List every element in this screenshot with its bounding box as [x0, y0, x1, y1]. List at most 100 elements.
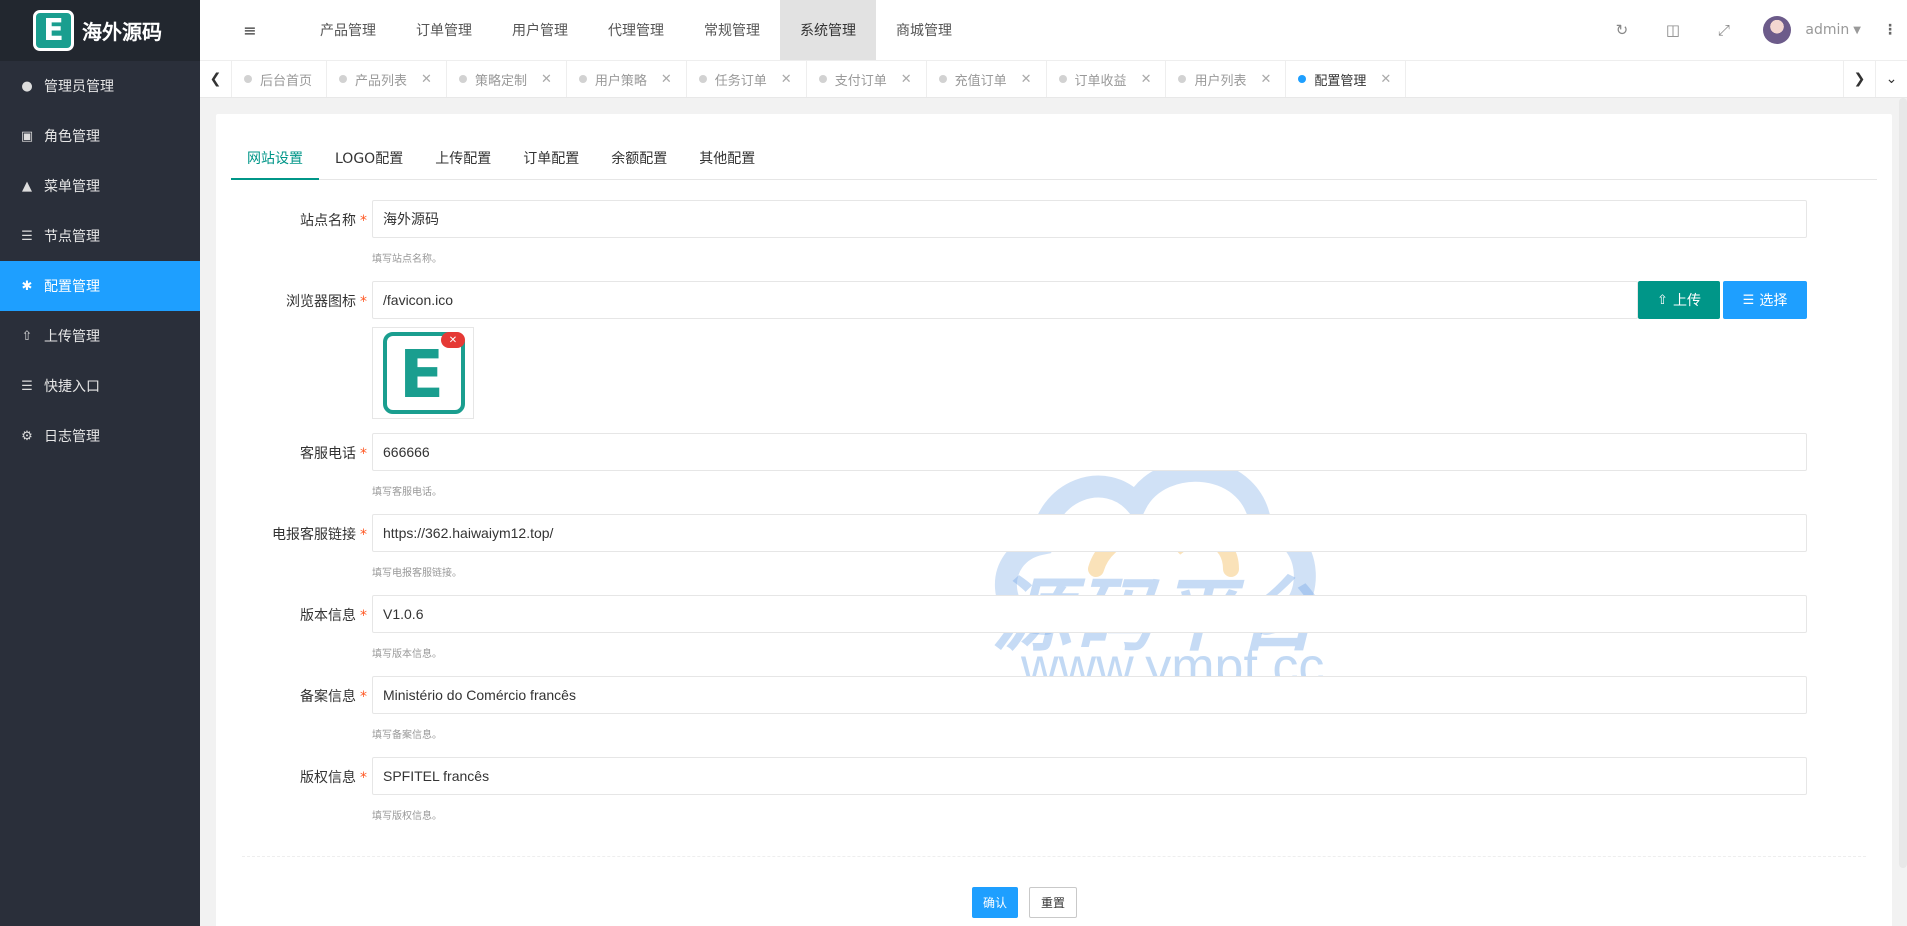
subtab-order[interactable]: 订单配置 — [507, 142, 595, 180]
avatar — [1763, 16, 1792, 44]
close-icon[interactable]: ✕ — [541, 72, 552, 87]
fullscreen-icon[interactable]: ⤢ — [1698, 21, 1749, 39]
page-tab-label: 用户策略 — [594, 73, 647, 89]
subtab-balance[interactable]: 余额配置 — [595, 142, 683, 180]
brand-logo[interactable]: E 海外源码 — [0, 0, 200, 61]
page-tab[interactable]: 用户列表 ✕ — [1166, 61, 1287, 97]
remove-image-icon[interactable]: ✕ — [441, 332, 465, 348]
trash-icon[interactable]: ◫ — [1647, 21, 1698, 39]
copyright-input[interactable]: SPFITEL francês — [372, 757, 1807, 795]
sidebar-item-node[interactable]: ☰ 节点管理 — [0, 211, 200, 261]
refresh-icon[interactable]: ↻ — [1596, 21, 1647, 39]
nav-item-order[interactable]: 订单管理 — [396, 0, 492, 60]
sidebar-toggle-icon[interactable]: ≡ — [200, 0, 300, 60]
page-tab[interactable]: 任务订单 ✕ — [687, 61, 807, 97]
close-icon[interactable]: ✕ — [1141, 72, 1152, 87]
tab-dot-icon — [1298, 75, 1307, 83]
reset-button[interactable]: 重置 — [1029, 887, 1077, 918]
header-tools: ↻ ◫ ⤢ admin ▼ ⋮ — [1596, 0, 1907, 60]
page-tab[interactable]: 策略定制 ✕ — [447, 61, 567, 97]
caret-down-icon: ▼ — [1853, 24, 1861, 36]
upload-icon: ⇧ — [21, 328, 33, 344]
close-icon[interactable]: ✕ — [781, 72, 792, 87]
scrollbar[interactable] — [1899, 98, 1907, 868]
close-icon[interactable]: ✕ — [421, 72, 432, 87]
page-tab[interactable]: 用户策略 ✕ — [567, 61, 687, 97]
page-tab[interactable]: 支付订单 ✕ — [807, 61, 927, 97]
field-help: 填写客服电话。 — [372, 487, 442, 498]
page-tab[interactable]: 产品列表 ✕ — [327, 61, 447, 97]
log-icon: ⚙ — [21, 428, 33, 444]
tab-dot-icon — [938, 75, 947, 83]
nav-item-system[interactable]: 系统管理 — [780, 0, 876, 60]
close-icon[interactable]: ✕ — [1021, 72, 1032, 87]
sidebar-item-upload[interactable]: ⇧ 上传管理 — [0, 311, 200, 361]
select-button[interactable]: ☰ 选择 — [1723, 281, 1807, 319]
config-subtabs: 网站设置 LOGO配置 上传配置 订单配置 余额配置 其他配置 — [231, 142, 1877, 180]
list-icon: ☰ — [21, 228, 33, 244]
more-icon[interactable]: ⋮ — [1883, 22, 1897, 38]
page-tab[interactable]: 订单收益 ✕ — [1047, 61, 1167, 97]
page-tab-label: 支付订单 — [834, 73, 887, 89]
sidebar-item-label: 快捷入口 — [44, 379, 100, 395]
page-tab-active[interactable]: 配置管理 ✕ — [1286, 61, 1407, 97]
favicon-input[interactable]: /favicon.ico — [372, 281, 1638, 319]
page-tab-label: 配置管理 — [1314, 73, 1367, 89]
tab-dot-icon — [818, 75, 827, 83]
user-icon: ● — [21, 78, 33, 94]
favicon-preview: E ✕ — [372, 327, 474, 419]
chevron-down-icon[interactable]: ⌄ — [1875, 61, 1907, 97]
page-tab-label: 订单收益 — [1074, 73, 1127, 89]
username: admin — [1805, 22, 1850, 38]
subtab-other[interactable]: 其他配置 — [683, 142, 771, 180]
nav-item-agent[interactable]: 代理管理 — [588, 0, 684, 60]
field-help: 填写版本信息。 — [372, 649, 442, 660]
field-label: 浏览器图标 * — [286, 294, 367, 310]
subtab-upload[interactable]: 上传配置 — [419, 142, 507, 180]
field-help: 填写电报客服链接。 — [372, 568, 462, 579]
phone-input[interactable]: 666666 — [372, 433, 1807, 471]
nav-item-user[interactable]: 用户管理 — [492, 0, 588, 60]
page-tab[interactable]: 后台首页 — [232, 61, 328, 97]
confirm-button[interactable]: 确认 — [972, 887, 1018, 918]
top-header: ≡ 产品管理 订单管理 用户管理 代理管理 常规管理 系统管理 商城管理 ↻ ◫… — [200, 0, 1907, 61]
page-tab-label: 产品列表 — [355, 73, 408, 89]
site-name-input[interactable]: 海外源码 — [372, 200, 1807, 238]
chevron-right-icon[interactable]: ❯ — [1843, 61, 1875, 97]
sidebar-item-label: 日志管理 — [44, 429, 100, 445]
close-icon[interactable]: ✕ — [901, 72, 912, 87]
tab-dot-icon — [1178, 75, 1187, 83]
gear-icon: ✱ — [21, 278, 33, 294]
page-tab[interactable]: 充值订单 ✕ — [927, 61, 1047, 97]
page-tab-label: 任务订单 — [714, 73, 767, 89]
sidebar-item-config[interactable]: ✱ 配置管理 — [0, 261, 200, 311]
subtab-logo[interactable]: LOGO配置 — [319, 142, 419, 180]
user-menu[interactable]: admin ▼ — [1763, 16, 1861, 44]
sidebar: E 海外源码 ● 管理员管理 ▣ 角色管理 ▲ 菜单管理 ☰ 节点管理 ✱ 配置… — [0, 0, 200, 926]
close-icon[interactable]: ✕ — [1260, 72, 1271, 87]
icp-input[interactable]: Ministério do Comércio francês — [372, 676, 1807, 714]
nav-item-product[interactable]: 产品管理 — [300, 0, 396, 60]
sidebar-item-label: 角色管理 — [44, 129, 100, 145]
field-label: 客服电话 * — [300, 446, 367, 462]
subtab-website[interactable]: 网站设置 — [231, 142, 319, 180]
tab-dot-icon — [578, 75, 587, 83]
nav-item-mall[interactable]: 商城管理 — [876, 0, 972, 60]
telegram-link-input[interactable]: https://362.haiwaiym12.top/ — [372, 514, 1807, 552]
sidebar-item-shortcut[interactable]: ☰ 快捷入口 — [0, 361, 200, 411]
field-label: 版权信息 * — [300, 770, 367, 786]
nav-item-general[interactable]: 常规管理 — [684, 0, 780, 60]
sidebar-item-admin[interactable]: ● 管理员管理 — [0, 61, 200, 111]
page-tab-label: 充值订单 — [954, 73, 1007, 89]
sidebar-item-log[interactable]: ⚙ 日志管理 — [0, 411, 200, 461]
upload-button[interactable]: ⇧ 上传 — [1638, 281, 1720, 319]
close-icon[interactable]: ✕ — [1380, 72, 1391, 87]
sidebar-item-menu[interactable]: ▲ 菜单管理 — [0, 161, 200, 211]
close-icon[interactable]: ✕ — [661, 72, 672, 87]
chevron-left-icon[interactable]: ❮ — [200, 61, 232, 97]
field-help: 填写版权信息。 — [372, 811, 442, 822]
field-help: 填写备案信息。 — [372, 730, 442, 741]
field-label: 站点名称 * — [300, 213, 367, 229]
version-input[interactable]: V1.0.6 — [372, 595, 1807, 633]
sidebar-item-role[interactable]: ▣ 角色管理 — [0, 111, 200, 161]
